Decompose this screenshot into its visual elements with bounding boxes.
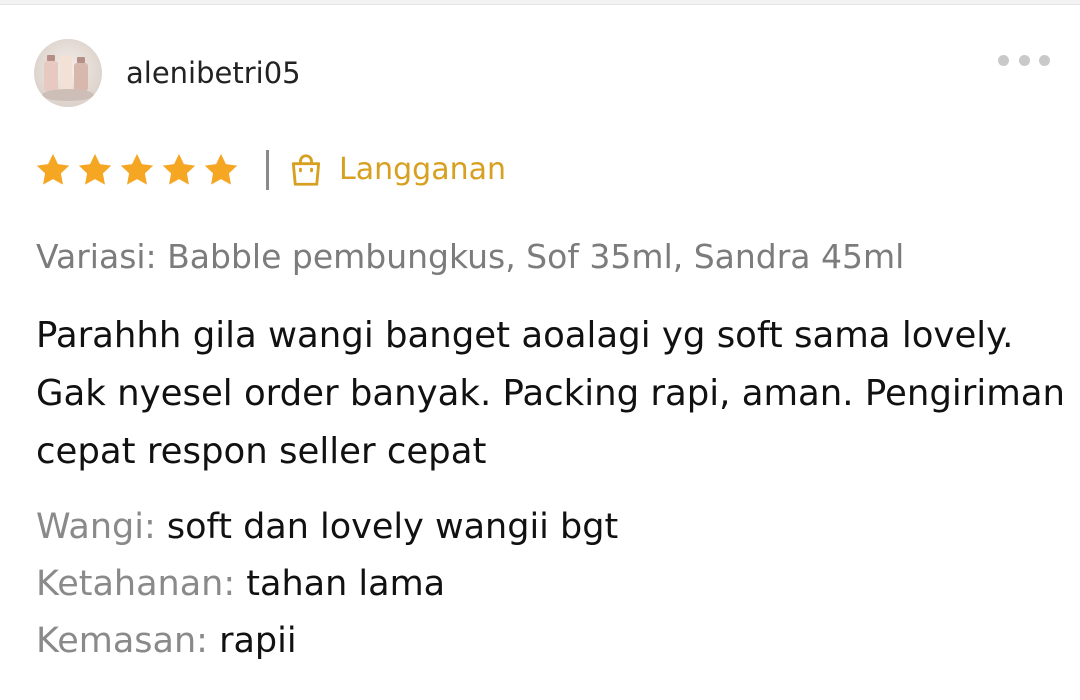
star-icon — [78, 153, 112, 185]
more-horizontal-icon-dot — [998, 54, 1009, 66]
divider — [266, 150, 269, 190]
review-comment: Parahhh gila wangi banget aoalagi yg sof… — [36, 315, 1066, 472]
review-attributes: Wangi: soft dan lovely wangii bgt Ketaha… — [36, 499, 1056, 670]
rating-row: Langganan — [34, 146, 506, 194]
attribute-row: Kemasan: rapii — [36, 613, 1056, 670]
subscription-badge: Langganan — [287, 148, 506, 192]
star-icon — [162, 153, 196, 185]
attribute-value: tahan lama — [246, 564, 446, 604]
more-horizontal-icon-dot — [1039, 54, 1050, 66]
badge-label: Langganan — [339, 152, 506, 187]
more-horizontal-icon-dot — [1018, 54, 1030, 66]
avatar-image — [34, 39, 102, 107]
attribute-row: Wangi: soft dan lovely wangii bgt — [36, 499, 1056, 556]
avatar[interactable] — [34, 39, 102, 107]
star-rating — [34, 151, 240, 189]
attribute-label: Ketahanan: — [36, 564, 247, 604]
attribute-row: Ketahanan: tahan lama — [36, 556, 1056, 613]
shopping-bag-icon — [291, 154, 321, 186]
star-icon — [204, 153, 238, 185]
attribute-value: rapii — [219, 621, 297, 661]
review-card: alenibetri05 Langganan Variasi: Babble p… — [0, 0, 1080, 700]
star-icon — [36, 153, 70, 185]
more-options-button[interactable] — [998, 46, 1050, 74]
attribute-label: Kemasan: — [36, 621, 220, 661]
attribute-value: soft dan lovely wangii bgt — [166, 507, 619, 547]
product-variation: Variasi: Babble pembungkus, Sof 35ml, Sa… — [36, 237, 905, 276]
reviewer-username[interactable]: alenibetri05 — [126, 53, 301, 93]
star-icon — [120, 153, 154, 185]
attribute-label: Wangi: — [36, 507, 167, 547]
